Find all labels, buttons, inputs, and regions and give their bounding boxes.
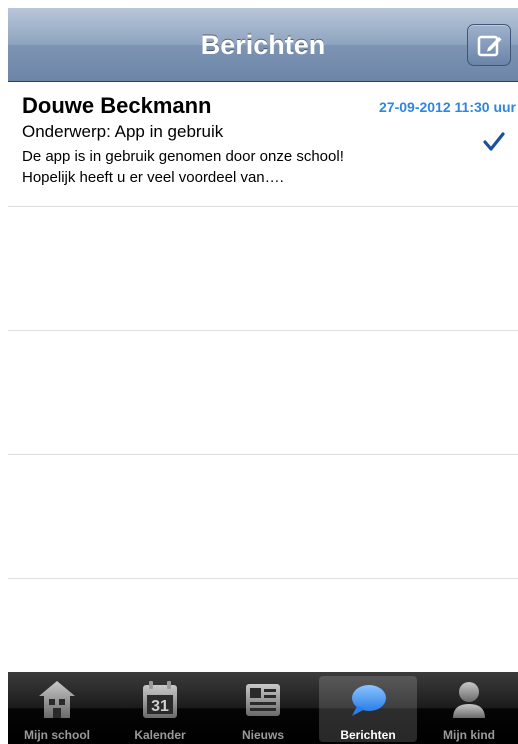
tab-label: Nieuws [241, 728, 284, 742]
compose-icon [477, 35, 502, 57]
chat-bubble-icon [352, 685, 386, 716]
tab-label: Mijn school [24, 728, 90, 742]
school-icon [39, 681, 75, 718]
tab-label: Mijn kind [443, 728, 495, 742]
empty-row [8, 331, 518, 455]
tab-bar: Mijn school 31 Kalender Nieuws Berichten [8, 672, 518, 744]
news-icon [246, 684, 280, 716]
tab-label: Berichten [340, 728, 396, 742]
message-sender: Douwe Beckmann [22, 93, 212, 118]
tab-label: Kalender [134, 728, 186, 742]
tab-kalender[interactable]: 31 Kalender [111, 672, 209, 744]
empty-row [8, 207, 518, 331]
tab-mijn-school[interactable]: Mijn school [8, 672, 106, 744]
message-preview-line: De app is in gebruik genomen door onze s… [22, 148, 344, 165]
message-list: Douwe Beckmann 27-09-2012 11:30 uur Onde… [8, 83, 518, 579]
page-title: Berichten [200, 30, 326, 60]
person-icon [453, 682, 485, 718]
message-subject: Onderwerp: App in gebruik [22, 122, 224, 141]
tab-mijn-kind[interactable]: Mijn kind [420, 672, 518, 744]
message-preview: De app is in gebruik genomen door onze s… [22, 146, 462, 188]
navigation-bar: Berichten [8, 8, 518, 82]
checkmark-icon [483, 132, 505, 151]
calendar-icon: 31 [143, 681, 177, 718]
message-row[interactable]: Douwe Beckmann 27-09-2012 11:30 uur Onde… [8, 83, 518, 207]
compose-button[interactable] [467, 24, 511, 66]
tab-berichten[interactable]: Berichten [319, 676, 417, 742]
empty-row [8, 455, 518, 579]
tab-nieuws[interactable]: Nieuws [214, 672, 312, 744]
message-preview-line: Hopelijk heeft u er veel voordeel van…. [22, 169, 284, 186]
message-date: 27-09-2012 11:30 uur [379, 99, 516, 115]
calendar-day: 31 [151, 698, 169, 715]
